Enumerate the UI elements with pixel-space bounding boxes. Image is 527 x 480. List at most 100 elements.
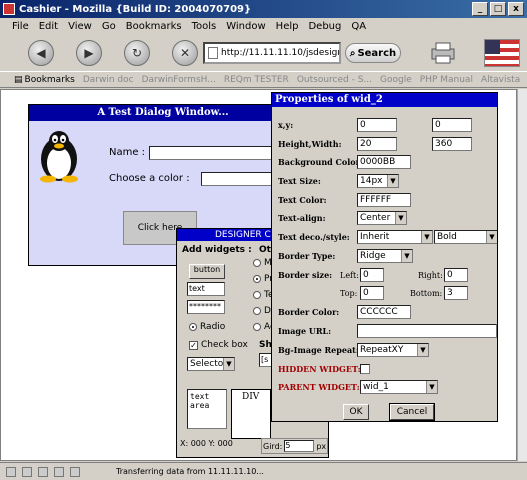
- text-align-label: Text-align:: [278, 213, 326, 223]
- bookmark-item[interactable]: Darwin doc: [83, 75, 134, 85]
- maximize-button[interactable]: □: [490, 2, 506, 16]
- back-arrow-icon[interactable]: ◀: [28, 40, 54, 66]
- hidden-widget-checkbox[interactable]: [360, 364, 370, 374]
- mozilla-app-icon: [3, 3, 15, 15]
- radio-label: Radio: [200, 322, 226, 332]
- menu-bookmarks[interactable]: Bookmarks: [126, 21, 182, 32]
- url-text: http://11.11.11.10/jsdesign: [221, 48, 341, 58]
- x-input[interactable]: 0: [357, 118, 397, 132]
- hidden-widget-label: HIDDEN WIDGET:: [278, 364, 361, 374]
- border-left-label: Left:: [340, 271, 359, 280]
- forward-arrow-icon[interactable]: ▶: [76, 40, 102, 66]
- minimize-button[interactable]: _: [472, 2, 488, 16]
- reload-icon[interactable]: ↻: [124, 40, 150, 66]
- print-icon[interactable]: [428, 41, 458, 65]
- text-color-input[interactable]: FFFFFF: [357, 193, 411, 207]
- stop-icon[interactable]: ✕: [172, 40, 198, 66]
- parent-widget-value: wid_1: [363, 382, 389, 392]
- border-left-input[interactable]: 0: [360, 268, 384, 282]
- addressbook-icon[interactable]: [54, 466, 64, 477]
- properties-dialog: Properties of wid_2 x,y: 0 0 Height,Widt…: [271, 92, 498, 422]
- checkbox-checked-icon: ✓: [189, 340, 198, 350]
- image-url-input[interactable]: [357, 324, 497, 338]
- grid-input[interactable]: 5: [284, 440, 315, 452]
- bg-repeat-select[interactable]: RepeatXY ▼: [357, 343, 429, 357]
- menu-edit[interactable]: Edit: [39, 21, 58, 32]
- bookmark-item[interactable]: PHP Manual: [420, 75, 473, 85]
- menu-tools[interactable]: Tools: [192, 21, 217, 32]
- border-color-input[interactable]: CCCCCC: [357, 305, 411, 319]
- bookmark-item[interactable]: Google: [380, 75, 412, 85]
- radio-icon: [189, 323, 197, 331]
- bookmark-item[interactable]: Altavista: [481, 75, 520, 85]
- menu-qa[interactable]: QA: [351, 21, 366, 32]
- bookmark-item[interactable]: DarwinFormsH...: [142, 75, 216, 85]
- add-checkbox-widget[interactable]: ✓ Check box: [189, 340, 248, 350]
- add-password-widget[interactable]: ********: [187, 300, 225, 314]
- radio-icon: [253, 323, 261, 331]
- properties-title[interactable]: Properties of wid_2: [272, 93, 497, 107]
- menu-help[interactable]: Help: [276, 21, 299, 32]
- text-size-select[interactable]: 14px ▼: [357, 174, 399, 188]
- bookmark-item[interactable]: Outsourced - S...: [297, 75, 372, 85]
- close-button[interactable]: x: [508, 2, 524, 16]
- width-input[interactable]: 360: [432, 137, 472, 151]
- menu-window[interactable]: Window: [226, 21, 265, 32]
- textarea-widget[interactable]: text area: [187, 389, 227, 429]
- composer-icon[interactable]: [38, 466, 48, 477]
- border-type-select[interactable]: Ridge ▼: [357, 249, 413, 263]
- test-dialog-title[interactable]: A Test Dialog Window...: [29, 105, 297, 121]
- radio-icon: [253, 259, 261, 267]
- bookmark-item[interactable]: REQm TESTER: [224, 75, 289, 85]
- add-radio-widget[interactable]: Radio: [189, 322, 225, 332]
- option-pr[interactable]: Pr: [253, 274, 273, 284]
- navigation-toolbar: ◀ ▶ ↻ ✕ http://11.11.11.10/jsdesign ⌕ Se…: [0, 35, 527, 71]
- window-title-bar[interactable]: Cashier - Mozilla {Build ID: 2004070709}…: [0, 0, 527, 18]
- chat-icon[interactable]: [70, 466, 80, 477]
- add-selector-widget[interactable]: Selector ▼: [187, 357, 235, 371]
- border-bottom-input[interactable]: 3: [444, 286, 468, 300]
- chevron-down-icon: ▼: [387, 175, 398, 187]
- ok-button[interactable]: OK: [343, 404, 369, 420]
- add-button-widget[interactable]: button: [189, 264, 225, 279]
- cancel-button[interactable]: Cancel: [389, 403, 435, 421]
- bookmarks-folder-icon: ▤: [14, 74, 23, 85]
- page-icon: [208, 47, 218, 59]
- bookmarks-toolbar: ▤ Bookmarks Darwin doc DarwinFormsH... R…: [0, 71, 527, 88]
- background-color-input[interactable]: 0000BB: [357, 155, 411, 169]
- color-label: Choose a color :: [109, 173, 190, 184]
- radio-icon: [253, 291, 261, 299]
- border-right-input[interactable]: 0: [444, 268, 468, 282]
- url-input[interactable]: http://11.11.11.10/jsdesign: [203, 42, 341, 64]
- bookmarks-menu[interactable]: ▤ Bookmarks: [14, 75, 75, 85]
- vertical-scrollbar[interactable]: [517, 89, 527, 461]
- text-deco-select[interactable]: Inherit ▼: [357, 230, 433, 244]
- text-style-select[interactable]: Bold ▼: [434, 230, 497, 244]
- border-top-input[interactable]: 0: [360, 286, 384, 300]
- text-deco-value: Inherit: [360, 232, 390, 242]
- bookmarks-label: Bookmarks: [24, 74, 75, 85]
- border-top-label: Top:: [340, 289, 358, 298]
- add-text-widget[interactable]: text: [187, 282, 225, 296]
- search-button[interactable]: ⌕ Search: [345, 43, 401, 63]
- network-status-icon: [6, 466, 16, 477]
- grid-unit: px: [316, 441, 327, 451]
- menu-view[interactable]: View: [68, 21, 92, 32]
- div-widget[interactable]: DIV: [231, 389, 271, 439]
- selector-label: Selector: [190, 359, 227, 369]
- image-url-label: Image URL:: [278, 326, 332, 336]
- text-align-select[interactable]: Center ▼: [357, 211, 407, 225]
- mail-icon[interactable]: [22, 466, 32, 477]
- menu-go[interactable]: Go: [102, 21, 116, 32]
- y-input[interactable]: 0: [432, 118, 472, 132]
- chevron-down-icon: ▼: [223, 358, 234, 370]
- height-input[interactable]: 20: [357, 137, 397, 151]
- parent-widget-select[interactable]: wid_1 ▼: [360, 380, 438, 394]
- menu-file[interactable]: File: [12, 21, 29, 32]
- menu-debug[interactable]: Debug: [308, 21, 341, 32]
- search-label: Search: [357, 47, 397, 59]
- menu-bar: File Edit View Go Bookmarks Tools Window…: [0, 18, 527, 35]
- option-m[interactable]: M: [253, 258, 272, 268]
- chevron-down-icon: ▼: [401, 250, 412, 262]
- text-size-value: 14px: [360, 176, 383, 186]
